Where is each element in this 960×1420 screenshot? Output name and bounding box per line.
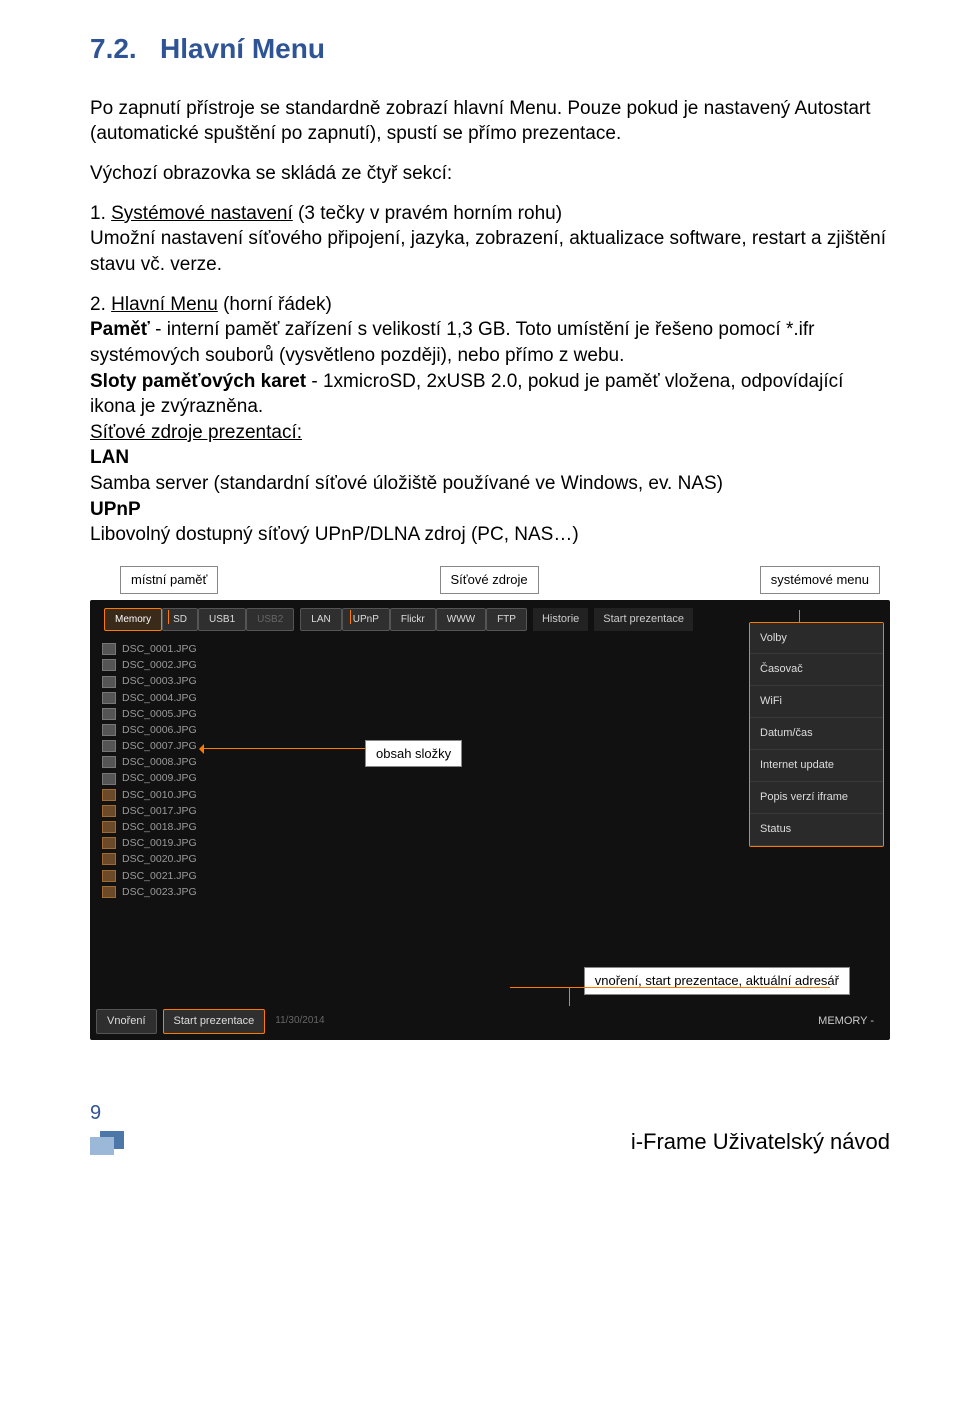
list-item[interactable]: DSC_0021.JPG (96, 868, 884, 884)
start-presentation-button-top[interactable]: Start prezentace (594, 608, 693, 632)
list-item[interactable]: DSC_0023.JPG (96, 884, 884, 900)
item-1-tail: (3 tečky v pravém horním rohu) (293, 203, 562, 224)
arrow-icon (510, 987, 830, 988)
file-name: DSC_0008.JPG (122, 755, 197, 769)
menu-status[interactable]: Status (750, 814, 883, 846)
device-screenshot: Memory SD USB1 USB2 LAN UPnP Flickr WWW … (90, 600, 890, 1040)
file-name: DSC_0002.JPG (122, 658, 197, 672)
footer-title: i-Frame Uživatelský návod (631, 1127, 890, 1157)
intro-paragraph-2: Výchozí obrazovka se skládá ze čtyř sekc… (90, 161, 890, 187)
section-number: 7.2. (90, 33, 137, 64)
tab-memory[interactable]: Memory (104, 608, 162, 632)
page-footer: 9 i-Frame Uživatelský návod (90, 1100, 890, 1157)
file-name: DSC_0020.JPG (122, 852, 197, 866)
menu-wifi[interactable]: WiFi (750, 686, 883, 718)
document-icon (90, 1131, 124, 1157)
tab-flickr[interactable]: Flickr (390, 608, 436, 632)
file-name: DSC_0004.JPG (122, 691, 197, 705)
callout-local-memory: místní paměť (120, 566, 218, 594)
callout-network-sources: Síťové zdroje (440, 566, 539, 594)
system-menu-panel: Volby Časovač WiFi Datum/čas Internet up… (749, 622, 884, 847)
image-icon (102, 886, 116, 898)
tab-usb2[interactable]: USB2 (246, 608, 294, 632)
arrow-icon (350, 610, 351, 624)
file-name: DSC_0021.JPG (122, 869, 197, 883)
file-name: DSC_0018.JPG (122, 820, 197, 834)
lan-desc: Samba server (standardní síťové úložiště… (90, 473, 723, 494)
item-1: 1. Systémové nastavení (3 tečky v pravém… (90, 201, 890, 278)
tab-upnp[interactable]: UPnP (342, 608, 390, 632)
menu-internet-update[interactable]: Internet update (750, 750, 883, 782)
bottom-bar: Vnoření Start prezentace 11/30/2014 MEMO… (96, 1009, 884, 1034)
history-button[interactable]: Historie (533, 608, 588, 632)
tab-www[interactable]: WWW (436, 608, 486, 632)
intro-paragraph-1: Po zapnutí přístroje se standardně zobra… (90, 96, 890, 147)
arrow-icon (168, 610, 169, 624)
page-number: 9 (90, 1100, 124, 1127)
image-icon (102, 708, 116, 720)
section-title-text: Hlavní Menu (160, 33, 325, 64)
menu-volby[interactable]: Volby (750, 623, 883, 655)
image-icon (102, 740, 116, 752)
file-name: DSC_0009.JPG (122, 771, 197, 785)
image-icon (102, 643, 116, 655)
item-1-head: Systémové nastavení (111, 203, 293, 224)
upnp-label: UPnP (90, 499, 141, 520)
start-presentation-button-bottom[interactable]: Start prezentace (163, 1009, 266, 1034)
arrow-icon (569, 988, 570, 1006)
section-heading: 7.2. Hlavní Menu (90, 30, 890, 68)
image-icon (102, 659, 116, 671)
tab-ftp[interactable]: FTP (486, 608, 527, 632)
file-name: DSC_0003.JPG (122, 674, 197, 688)
file-name: DSC_0019.JPG (122, 836, 197, 850)
file-name: DSC_0010.JPG (122, 788, 197, 802)
net-sources-heading: Síťové zdroje prezentací: (90, 422, 302, 443)
footer-left: 9 (90, 1100, 124, 1157)
item-1-body: Umožní nastavení síťového připojení, jaz… (90, 228, 886, 275)
file-name: DSC_0023.JPG (122, 885, 197, 899)
image-icon (102, 724, 116, 736)
file-name: DSC_0005.JPG (122, 707, 197, 721)
nest-button[interactable]: Vnoření (96, 1009, 157, 1034)
image-icon (102, 692, 116, 704)
memory-label: Paměť (90, 319, 150, 340)
item-1-number: 1. (90, 203, 111, 224)
arrow-icon (200, 748, 365, 749)
file-name: DSC_0017.JPG (122, 804, 197, 818)
image-icon (102, 853, 116, 865)
upnp-desc: Libovolný dostupný síťový UPnP/DLNA zdro… (90, 524, 579, 545)
image-icon (102, 773, 116, 785)
current-path: MEMORY - (818, 1014, 874, 1029)
lan-label: LAN (90, 447, 129, 468)
image-icon (102, 805, 116, 817)
image-icon (102, 870, 116, 882)
memory-desc: - interní paměť zařízení s velikostí 1,3… (90, 319, 815, 366)
menu-casovac[interactable]: Časovač (750, 654, 883, 686)
screenshot-figure: místní paměť Síťové zdroje systémové men… (90, 566, 890, 1040)
slots-label: Sloty paměťových karet (90, 371, 306, 392)
tab-usb1[interactable]: USB1 (198, 608, 246, 632)
image-icon (102, 756, 116, 768)
image-icon (102, 789, 116, 801)
callout-bottom-bar: vnoření, start prezentace, aktuální adre… (584, 967, 850, 995)
image-icon (102, 676, 116, 688)
callout-folder-content: obsah složky (365, 740, 462, 768)
menu-popis-verzi[interactable]: Popis verzí iframe (750, 782, 883, 814)
item-2: 2. Hlavní Menu (horní řádek) Paměť - int… (90, 292, 890, 548)
image-icon (102, 821, 116, 833)
list-item[interactable]: DSC_0020.JPG (96, 851, 884, 867)
file-name: DSC_0006.JPG (122, 723, 197, 737)
item-2-tail: (horní řádek) (218, 294, 332, 315)
callouts-top-row: místní paměť Síťové zdroje systémové men… (90, 566, 890, 600)
callout-system-menu: systémové menu (760, 566, 880, 594)
item-2-head: Hlavní Menu (111, 294, 218, 315)
menu-datum-cas[interactable]: Datum/čas (750, 718, 883, 750)
tab-lan[interactable]: LAN (300, 608, 341, 632)
item-2-number: 2. (90, 294, 111, 315)
image-icon (102, 837, 116, 849)
file-name: DSC_0007.JPG (122, 739, 197, 753)
file-name: DSC_0001.JPG (122, 642, 197, 656)
date-text: 11/30/2014 (275, 1014, 324, 1028)
